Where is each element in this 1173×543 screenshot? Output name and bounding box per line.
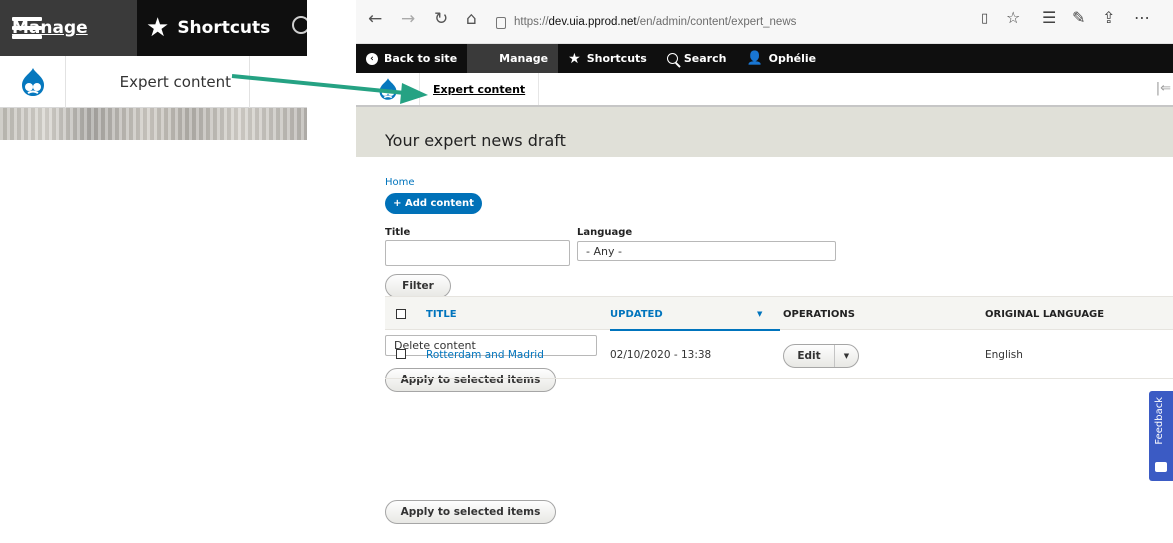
apply-selected-button-bottom[interactable]: Apply to selected items [385, 500, 556, 524]
url-host: dev.uia.pprod.net [548, 16, 637, 28]
manage-button[interactable]: Manage [467, 44, 559, 73]
row-checkbox[interactable] [396, 349, 406, 359]
browser-chrome: ← → ↻ ⌂ https://dev.uia.pprod.net/en/adm… [356, 0, 1173, 44]
column-operations: OPERATIONS [783, 309, 855, 320]
feedback-icon [1155, 462, 1167, 472]
favorite-star-icon[interactable]: ☆ [1006, 10, 1020, 26]
search-icon [292, 16, 307, 34]
pen-icon[interactable]: ✎ [1072, 10, 1085, 26]
favorites-list-icon[interactable]: ☰ [1042, 10, 1056, 26]
inset-manage-label: Manage [12, 18, 88, 38]
column-original-language: ORIGINAL LANGUAGE [985, 309, 1105, 320]
collapse-tray-icon[interactable]: |⇐ [1156, 81, 1171, 96]
manage-label: Manage [499, 52, 549, 65]
table-header: TITLE UPDATED ▼ OPERATIONS ORIGINAL LANG… [385, 296, 1173, 331]
column-title[interactable]: TITLE [426, 309, 457, 320]
chevron-left-icon: ‹ [366, 52, 378, 65]
page-header: Your expert news draft [356, 107, 1173, 157]
admin-toolbar: ‹ Back to site Manage ★ Shortcuts Search… [356, 44, 1173, 73]
inset-manage-button[interactable]: Manage [0, 0, 137, 56]
language-select[interactable]: - Any - [577, 241, 836, 261]
user-icon: 👤 [746, 51, 763, 66]
inset-shortcuts-label: Shortcuts [177, 18, 271, 38]
forward-arrow-icon[interactable]: → [401, 11, 415, 28]
lock-icon [496, 17, 506, 29]
share-icon[interactable]: ⇪ [1102, 10, 1115, 26]
shortcuts-label: Shortcuts [586, 52, 647, 65]
chevron-down-icon[interactable]: ▼ [835, 352, 858, 360]
drupal-logo-icon[interactable] [356, 73, 420, 105]
inset-header-image [0, 108, 307, 140]
row-language: English [985, 349, 1023, 361]
sort-desc-icon: ▼ [757, 310, 763, 318]
screenshot-root: Manage ★ Shortcuts Expert content ← → ↻ … [0, 0, 1173, 543]
add-content-button[interactable]: + Add content [385, 193, 482, 214]
back-to-site-button[interactable]: ‹ Back to site [356, 44, 467, 73]
more-icon[interactable]: ⋯ [1134, 10, 1150, 26]
feedback-label: Feedback [1154, 397, 1165, 445]
breadcrumb-home[interactable]: Home [385, 177, 415, 188]
star-icon: ★ [568, 50, 581, 67]
address-bar[interactable]: https://dev.uia.pprod.net/en/admin/conte… [496, 9, 976, 35]
star-icon: ★ [146, 13, 170, 43]
inset-shortcuts-button[interactable]: ★ Shortcuts [146, 0, 270, 56]
search-label: Search [683, 52, 727, 65]
row-title-link[interactable]: Rotterdam and Madrid [426, 349, 544, 361]
row-updated: 02/10/2020 - 13:38 [610, 349, 712, 361]
select-all-checkbox[interactable] [396, 309, 406, 319]
back-arrow-icon[interactable]: ← [368, 11, 382, 28]
url-prefix: https:// [514, 16, 549, 28]
inset-tab-label: Expert content [119, 73, 231, 91]
tab-expert-content-label: Expert content [433, 82, 526, 96]
column-updated[interactable]: UPDATED [610, 309, 663, 320]
inset-tab-expert-content[interactable]: Expert content [66, 56, 250, 108]
user-button[interactable]: 👤 Ophélie [736, 44, 826, 73]
user-label: Ophélie [768, 52, 817, 65]
edit-dropbutton[interactable]: Edit ▼ [783, 344, 859, 368]
shortcuts-button[interactable]: ★ Shortcuts [558, 44, 657, 73]
browser-window: ← → ↻ ⌂ https://dev.uia.pprod.net/en/adm… [356, 0, 1173, 543]
feedback-tab[interactable]: Feedback [1149, 391, 1173, 481]
home-icon[interactable]: ⌂ [466, 11, 477, 28]
url-path: /en/admin/content/expert_news [636, 16, 797, 28]
toolbar-tray: Expert content |⇐ [356, 73, 1173, 107]
title-filter-input[interactable] [385, 240, 570, 266]
refresh-icon[interactable]: ↻ [434, 11, 448, 28]
drupal-logo-icon[interactable] [0, 56, 66, 108]
search-button[interactable]: Search [657, 44, 737, 73]
hamburger-icon [477, 53, 493, 65]
filter-button[interactable]: Filter [385, 274, 451, 298]
zoomed-inset: Manage ★ Shortcuts Expert content [0, 0, 307, 140]
tab-expert-content[interactable]: Expert content [420, 73, 540, 105]
table-row: Rotterdam and Madrid 02/10/2020 - 13:38 … [385, 330, 1173, 379]
page-title: Your expert news draft [385, 131, 566, 150]
back-to-site-label: Back to site [384, 52, 458, 65]
edit-button[interactable]: Edit [784, 345, 835, 367]
title-filter-label: Title [385, 227, 411, 238]
search-icon [666, 53, 678, 64]
reading-view-icon[interactable]: ▯ [981, 12, 988, 25]
language-filter-label: Language [577, 227, 633, 238]
